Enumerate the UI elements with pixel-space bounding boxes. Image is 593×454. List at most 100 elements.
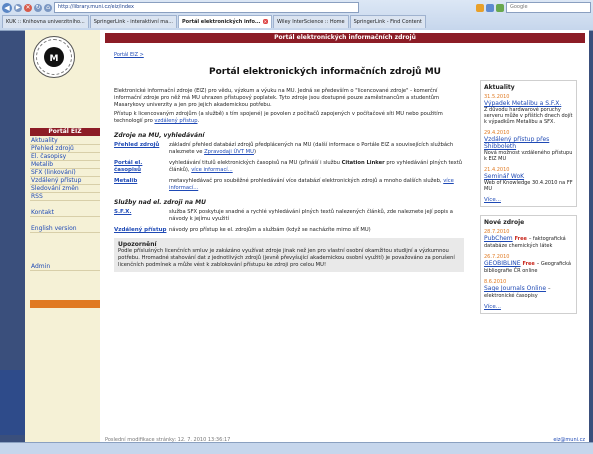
- more-info-link[interactable]: více informací...: [191, 167, 232, 173]
- page-title: Portál elektronických informačních zdroj…: [209, 67, 441, 77]
- back-icon[interactable]: ◀: [2, 2, 12, 13]
- remote-access-link[interactable]: vzdálený přístup: [154, 118, 197, 124]
- tab-bar: KUK :: Knihovna univerzitního... Springe…: [2, 15, 591, 28]
- home-icon[interactable]: ⌂: [44, 3, 52, 12]
- browser-nav-row: ◀ ▶ ✕ ↻ ⌂ http://library.muni.cz/eiz/ind…: [2, 2, 591, 13]
- source-line: Sage Journals Online – elektronické časo…: [484, 285, 573, 299]
- search-input[interactable]: Google: [506, 2, 591, 13]
- sidebar-item-english[interactable]: English version: [30, 225, 100, 233]
- section-heading-sources: Zdroje na MU, vyhledávání: [114, 132, 205, 139]
- list-item-text: základní přehled databází zdrojů předplá…: [169, 142, 464, 156]
- news-text: Nová možnost vzdáleného přístupu k EIZ M…: [484, 150, 573, 162]
- notice-box: Upozornění Podle příslušných licenčních …: [114, 238, 464, 272]
- access-end: .: [197, 118, 200, 124]
- sidebar-item-admin[interactable]: Admin: [30, 263, 100, 271]
- item-text: vyhledávání titulů elektronických časopi…: [169, 160, 340, 166]
- browser-tab[interactable]: Wiley InterScience :: Home: [272, 15, 349, 28]
- university-seal-logo: M: [33, 36, 75, 78]
- sidebar-item-metalib[interactable]: Metalib: [30, 161, 100, 169]
- seal-letter-icon: M: [49, 54, 59, 64]
- bookmark-icon[interactable]: [486, 3, 494, 12]
- source-item: 8.6.2010 Sage Journals Online – elektron…: [484, 279, 573, 299]
- news-heading: Aktuality: [484, 84, 515, 91]
- list-item-text: návody pro přístup ke el. zdrojům a služ…: [169, 227, 371, 233]
- list-item: Portál el. časopisů vyhledávání titulů e…: [114, 160, 464, 174]
- tab-label: Portál elektronických info...: [182, 19, 261, 25]
- notice-title: Upozornění: [118, 241, 157, 248]
- close-tab-icon[interactable]: ✕: [262, 19, 268, 24]
- sidebar-nav: Aktuality Přehled zdrojů El. časopisy Me…: [30, 137, 100, 271]
- news-item: 21.4.2010 Seminář WoK Web of Knowledge 3…: [484, 167, 573, 192]
- item-text: metavyhledávač pro souběžné prohledávání…: [169, 178, 442, 184]
- sidebar-heading: Portál EIZ: [30, 128, 100, 136]
- section-heading-services: Služby nad el. zdroji na MU: [114, 199, 206, 206]
- source-line: GEOBIBLINE Free – Geografická bibliograf…: [484, 260, 573, 274]
- news-text: Z důvodu hardwarové poruchy serveru může…: [484, 107, 573, 125]
- news-link[interactable]: Seminář WoK: [484, 173, 573, 180]
- forward-icon[interactable]: ▶: [14, 3, 22, 12]
- new-sources-more-link[interactable]: Více...: [484, 304, 573, 310]
- source-link[interactable]: GEOBIBLINE: [484, 260, 521, 267]
- xhtml-badge: [30, 300, 100, 308]
- source-item: 28.7.2010 PubChem Free – faktografická d…: [484, 229, 573, 249]
- window-backdrop: [0, 370, 25, 435]
- status-bar: [0, 442, 593, 454]
- notice-text: Podle příslušných licenčních smluv je za…: [118, 248, 455, 268]
- portal-casopisu-link[interactable]: Portál el. časopisů: [114, 160, 169, 174]
- source-link[interactable]: PubChem: [484, 235, 513, 242]
- browser-tab-active[interactable]: Portál elektronických info... ✕: [178, 15, 272, 28]
- sidebar-item-el-casopisy[interactable]: El. časopisy: [30, 153, 100, 161]
- list-item-text: vyhledávání titulů elektronických časopi…: [169, 160, 464, 174]
- page-banner: Portál elektronických informačních zdroj…: [105, 33, 585, 43]
- news-more-link[interactable]: Více...: [484, 197, 573, 203]
- vzdaleny-pristup-link[interactable]: Vzdálený přístup: [114, 227, 169, 234]
- web-page: M Portál EIZ Aktuality Přehled zdrojů El…: [25, 30, 589, 443]
- browser-tab[interactable]: SpringerLink - Find Content: [349, 15, 426, 28]
- breadcrumb[interactable]: Portál EIZ >: [114, 52, 144, 58]
- browser-chrome: ◀ ▶ ✕ ↻ ⌂ http://library.muni.cz/eiz/ind…: [0, 0, 593, 31]
- sidebar-item-rss[interactable]: RSS: [30, 193, 100, 201]
- prehled-zdroju-link[interactable]: Přehled zdrojů: [114, 142, 169, 156]
- list-item: Přehled zdrojů základní přehled databází…: [114, 142, 464, 156]
- source-item: 26.7.2010 GEOBIBLINE Free – Geografická …: [484, 254, 573, 274]
- list-item-text: metavyhledávač pro souběžné prohledávání…: [169, 178, 464, 192]
- list-item: Metalib metavyhledávač pro souběžné proh…: [114, 178, 464, 192]
- sidebar-item-prehled-zdroju[interactable]: Přehled zdrojů: [30, 145, 100, 153]
- free-badge: Free: [522, 261, 535, 267]
- addon-icon[interactable]: [496, 3, 504, 12]
- right-column: Aktuality 31.5.2010 Výpadek Metalibu a S…: [480, 80, 577, 314]
- news-item: 31.5.2010 Výpadek Metalibu a S.F.X. Z dů…: [484, 94, 573, 125]
- list-item: S.F.X. služba SFX poskytuje snadné a ryc…: [114, 209, 464, 223]
- sidebar-item-kontakt[interactable]: Kontakt: [30, 209, 100, 217]
- metalib-link[interactable]: Metalib: [114, 178, 169, 192]
- news-link[interactable]: Vzdálený přístup přes Shibboleth: [484, 136, 573, 150]
- new-sources-box: Nové zdroje 28.7.2010 PubChem Free – fak…: [480, 215, 577, 314]
- sidebar-item-sfx[interactable]: SFX (linkování): [30, 169, 100, 177]
- news-box: Aktuality 31.5.2010 Výpadek Metalibu a S…: [480, 80, 577, 207]
- stop-icon[interactable]: ✕: [24, 3, 32, 12]
- citation-linker-text: Citation Linker: [341, 160, 385, 166]
- access-paragraph: Přístup k licencovaným zdrojům (a službě…: [114, 111, 464, 125]
- sfx-link[interactable]: S.F.X.: [114, 209, 169, 223]
- source-link[interactable]: Sage Journals Online: [484, 285, 546, 292]
- source-line: PubChem Free – faktografická databáze ch…: [484, 235, 573, 249]
- sidebar: M Portál EIZ Aktuality Přehled zdrojů El…: [25, 30, 100, 442]
- new-sources-heading: Nové zdroje: [484, 219, 525, 226]
- news-link[interactable]: Výpadek Metalibu a S.F.X.: [484, 100, 573, 107]
- news-item: 29.4.2010 Vzdálený přístup přes Shibbole…: [484, 130, 573, 162]
- item-tail: ): [253, 149, 256, 155]
- browser-tab[interactable]: KUK :: Knihovna univerzitního...: [2, 15, 89, 28]
- address-bar[interactable]: http://library.muni.cz/eiz/index: [54, 2, 359, 13]
- sidebar-item-vzdaleny-pristup[interactable]: Vzdálený přístup: [30, 177, 100, 185]
- sidebar-item-sledovani-zmen[interactable]: Sledování změn: [30, 185, 100, 193]
- list-item: Vzdálený přístup návody pro přístup ke e…: [114, 227, 464, 234]
- browser-tab[interactable]: SpringerLink - interaktivní ma...: [89, 15, 178, 28]
- intro-paragraph: Elektronické informační zdroje (EIZ) pro…: [114, 88, 440, 108]
- main-content: Elektronické informační zdroje (EIZ) pro…: [114, 88, 464, 272]
- zpravodaj-link[interactable]: Zpravodaji ÚVT MU: [204, 149, 254, 155]
- list-item-text: služba SFX poskytuje snadné a rychlé vyh…: [169, 209, 453, 222]
- seal-center: M: [44, 47, 64, 67]
- reload-icon[interactable]: ↻: [34, 3, 42, 12]
- sidebar-item-aktuality[interactable]: Aktuality: [30, 137, 100, 145]
- rss-icon[interactable]: [476, 3, 484, 12]
